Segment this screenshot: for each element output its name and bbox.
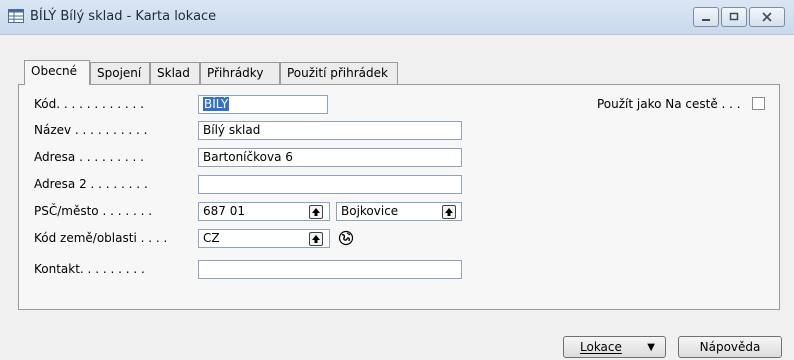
name-field[interactable]: Bílý sklad	[198, 121, 462, 140]
code-field[interactable]: BÍLÝ	[198, 95, 328, 114]
maximize-icon	[729, 12, 739, 21]
tab-spojeni[interactable]: Spojení	[90, 62, 150, 84]
close-icon	[762, 12, 772, 22]
country-code-label: Kód země/oblasti . . . .	[34, 231, 168, 245]
address2-field[interactable]	[198, 175, 462, 194]
contact-label: Kontakt. . . . . . . . .	[34, 262, 145, 276]
title-bar: BÍLÝ Bílý sklad - Karta lokace	[0, 0, 794, 35]
minimize-icon	[702, 19, 710, 21]
address-field[interactable]: Bartoníčkova 6	[198, 148, 462, 167]
postcode-lookup-icon[interactable]	[309, 205, 323, 219]
address2-label: Adresa 2 . . . . . . . .	[34, 177, 148, 191]
use-as-in-transit-checkbox[interactable]	[752, 97, 765, 110]
maximize-button[interactable]	[721, 7, 747, 27]
minimize-button[interactable]	[693, 7, 719, 27]
globe-icon[interactable]	[338, 230, 354, 246]
use-as-in-transit-label: Použít jako Na cestě . . .	[597, 97, 741, 111]
location-button-label: Lokace	[580, 340, 622, 354]
tab-pouziti-prihradek[interactable]: Použití přihrádek	[280, 62, 398, 84]
help-button[interactable]: Nápověda	[678, 336, 782, 358]
code-value: BÍLÝ	[203, 97, 230, 111]
city-lookup-icon[interactable]	[442, 205, 456, 219]
table-icon	[8, 9, 24, 23]
tab-obecne[interactable]: Obecné	[24, 60, 90, 85]
code-label: Kód. . . . . . . . . . . .	[34, 97, 144, 111]
contact-field[interactable]	[198, 260, 462, 279]
name-label: Název . . . . . . . . . .	[34, 123, 148, 137]
window-title: BÍLÝ Bílý sklad - Karta lokace	[30, 9, 217, 24]
postcode-city-label: PSČ/město . . . . . . .	[34, 204, 153, 218]
address-label: Adresa . . . . . . . . .	[34, 150, 144, 164]
close-button[interactable]	[749, 7, 785, 27]
tab-sklad[interactable]: Sklad	[150, 62, 200, 84]
location-menu-button[interactable]: Lokace ▼	[563, 336, 666, 358]
chevron-down-icon: ▼	[647, 341, 655, 353]
country-lookup-icon[interactable]	[309, 232, 323, 246]
location-card-window: BÍLÝ Bílý sklad - Karta lokace Obecné Sp…	[0, 0, 794, 360]
tab-prihradky[interactable]: Přihrádky	[200, 62, 280, 84]
